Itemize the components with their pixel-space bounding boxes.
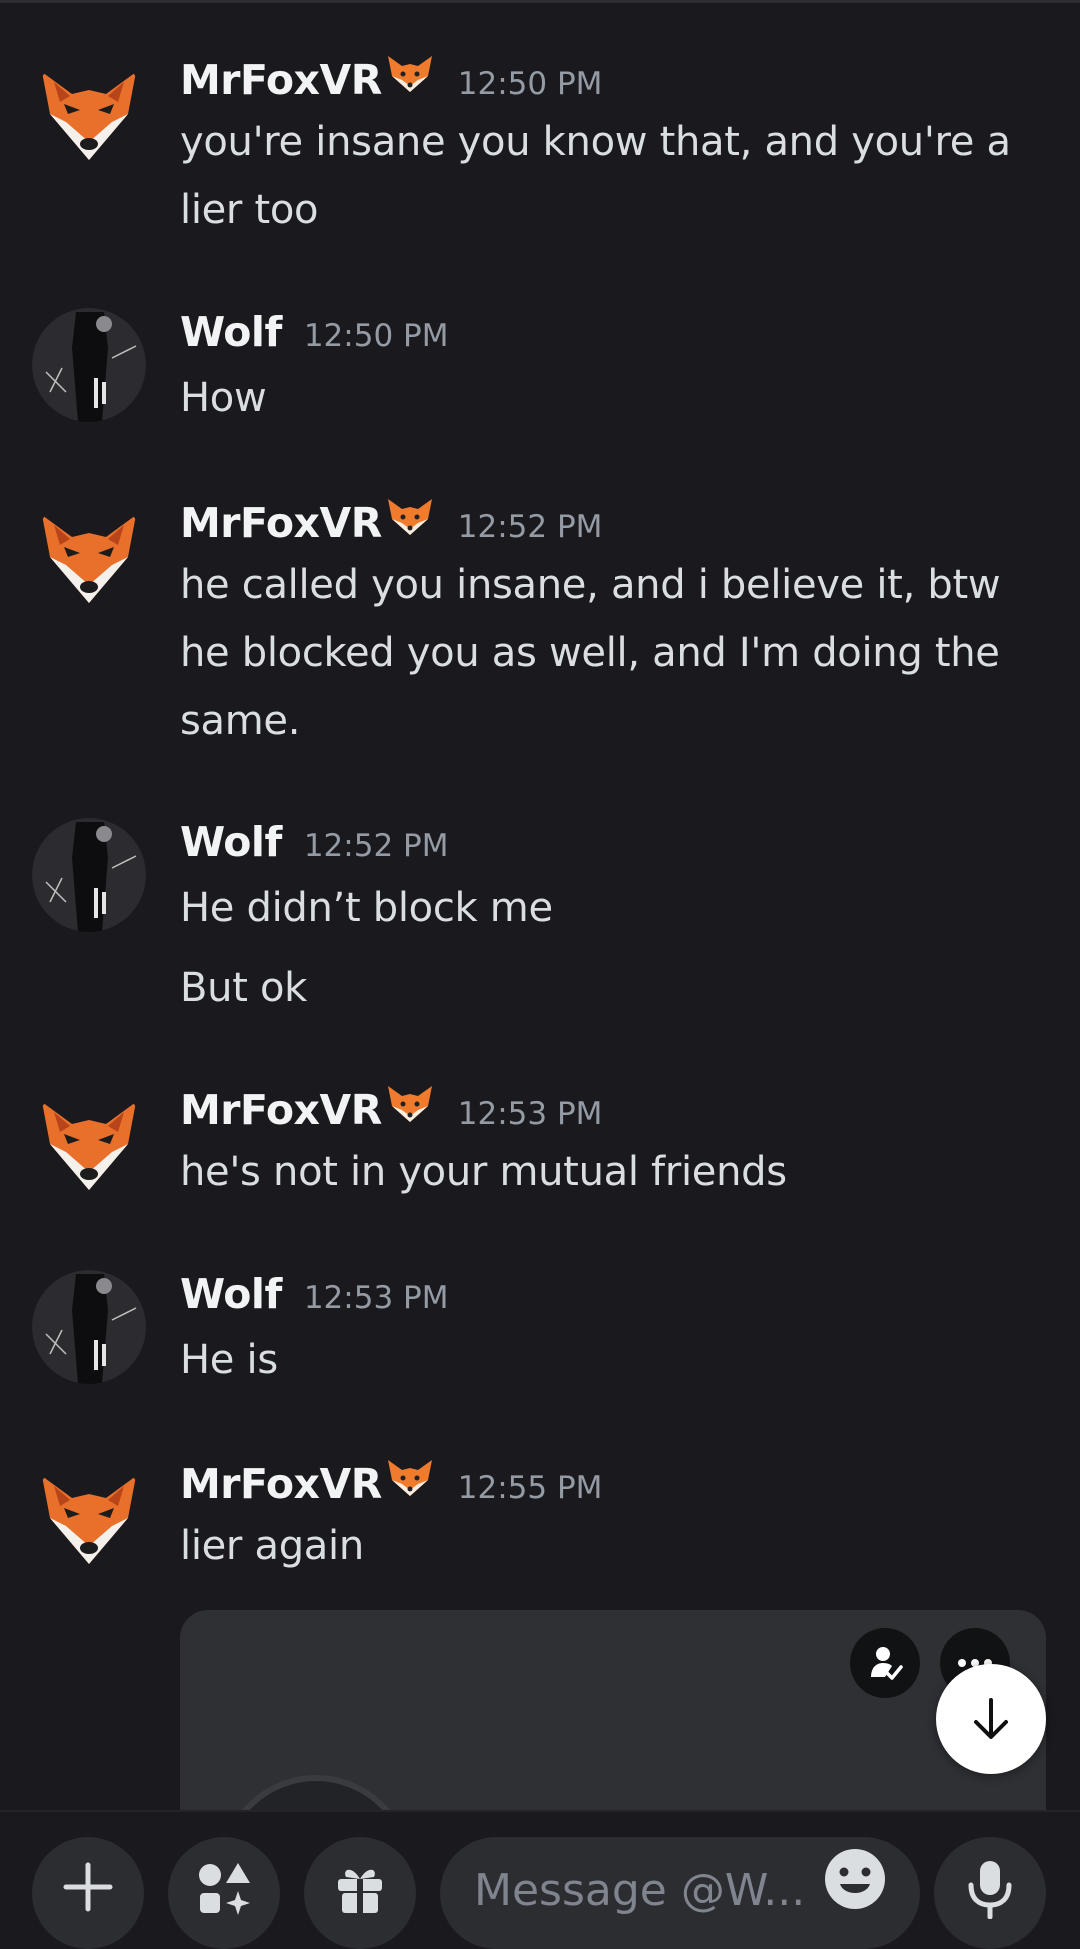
timestamp: 12:52 PM	[303, 828, 449, 864]
fox-emoji	[384, 1082, 436, 1124]
timestamp: 12:53 PM	[457, 1096, 603, 1132]
fox-avatar[interactable]	[32, 1082, 146, 1196]
profile-avatar	[220, 1775, 412, 1810]
fox-emoji	[384, 495, 436, 537]
timestamp: 12:50 PM	[457, 66, 603, 102]
username[interactable]: MrFoxVR	[180, 56, 382, 104]
message-text: you're insane you know that, and you're …	[180, 119, 1011, 233]
emoji-icon[interactable]	[822, 1846, 888, 1912]
timestamp: 12:52 PM	[457, 509, 603, 545]
message-text: lier again	[180, 1523, 364, 1569]
username[interactable]: Wolf	[180, 1270, 282, 1318]
composer-bar: Message @W...	[0, 1810, 1080, 1949]
wolf-avatar[interactable]	[32, 818, 146, 932]
username[interactable]: Wolf	[180, 308, 282, 356]
username[interactable]: MrFoxVR	[180, 1086, 382, 1134]
profile-embed-card[interactable]	[180, 1610, 1046, 1810]
timestamp: 12:53 PM	[303, 1280, 449, 1316]
wolf-avatar[interactable]	[32, 308, 146, 422]
fox-emoji	[384, 52, 436, 94]
profile-check-icon[interactable]	[850, 1628, 920, 1698]
message-text: he called you insane, and i believe it, …	[180, 562, 1001, 744]
wolf-avatar[interactable]	[32, 1270, 146, 1384]
message-text: But ok	[180, 965, 308, 1011]
message-input-placeholder: Message @W...	[474, 1865, 806, 1916]
message-text: he's not in your mutual friends	[180, 1149, 787, 1195]
jump-to-present-button[interactable]	[936, 1664, 1046, 1774]
arrow-down-icon	[974, 1698, 1008, 1739]
plus-icon[interactable]	[32, 1837, 144, 1949]
message-text: He is	[180, 1337, 278, 1383]
apps-icon[interactable]	[168, 1837, 280, 1949]
timestamp: 12:55 PM	[457, 1470, 603, 1506]
username[interactable]: Wolf	[180, 818, 282, 866]
fox-avatar[interactable]	[32, 52, 146, 166]
message-feed[interactable]: MrFoxVR 12:50 PM you're insane you know …	[0, 0, 1080, 1810]
fox-avatar[interactable]	[32, 495, 146, 609]
message-text: How	[180, 375, 267, 421]
gift-icon[interactable]	[304, 1837, 416, 1949]
username[interactable]: MrFoxVR	[180, 1460, 382, 1508]
microphone-icon[interactable]	[934, 1837, 1046, 1949]
fox-emoji	[384, 1456, 436, 1498]
message-text: He didn’t block me	[180, 885, 553, 931]
fox-avatar[interactable]	[32, 1456, 146, 1570]
username[interactable]: MrFoxVR	[180, 499, 382, 547]
timestamp: 12:50 PM	[303, 318, 449, 354]
